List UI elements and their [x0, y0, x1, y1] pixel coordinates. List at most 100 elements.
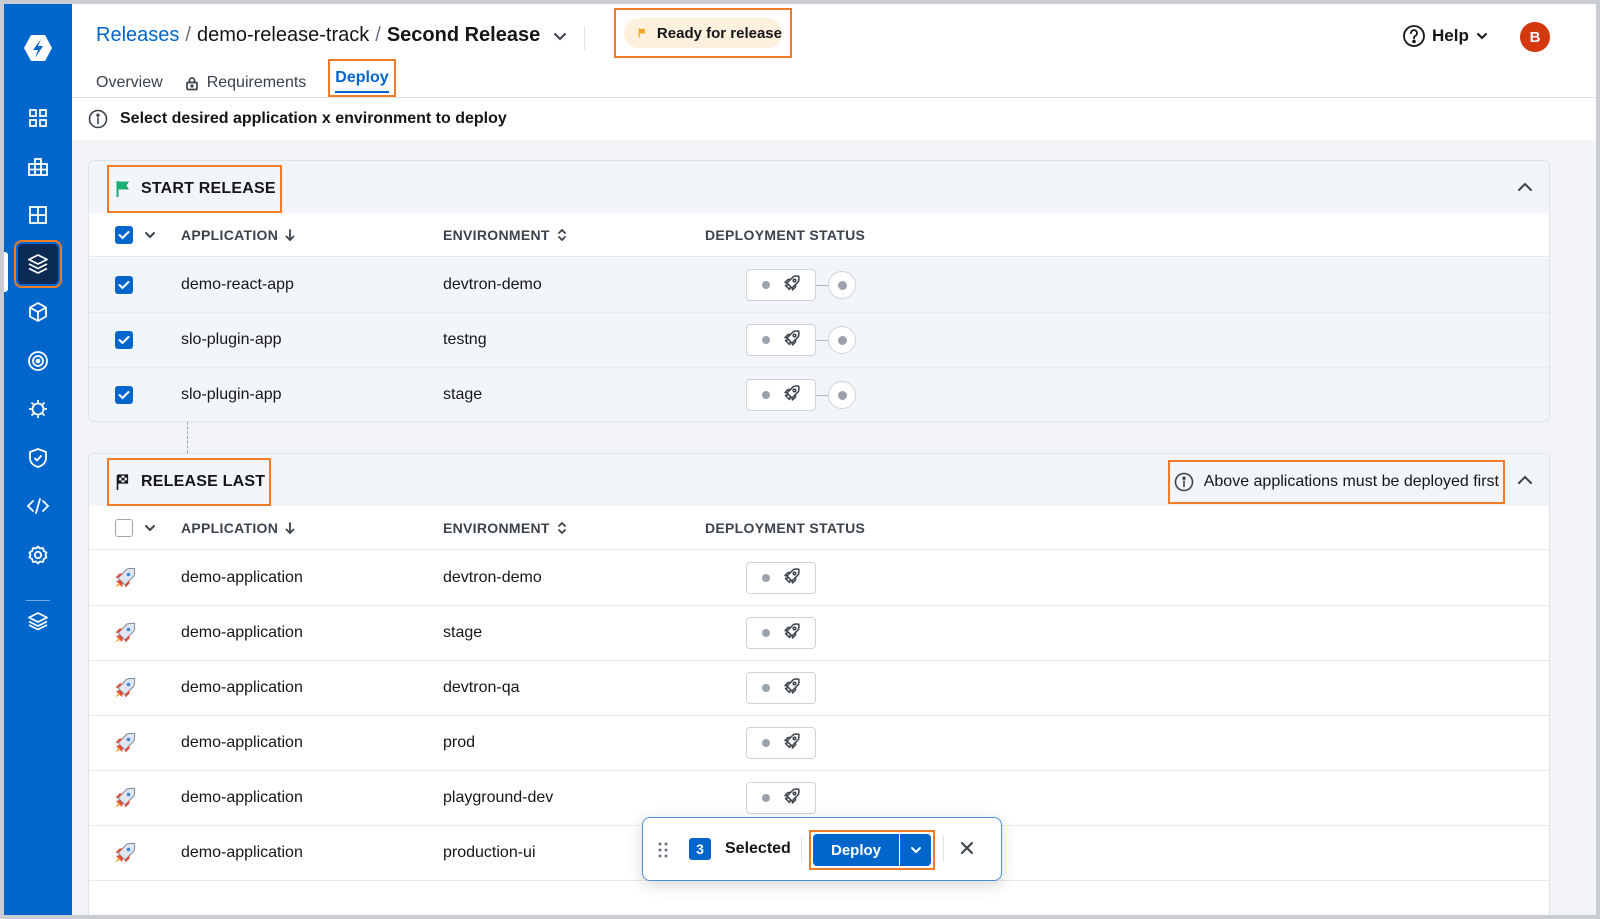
deployment-status-pill[interactable] [746, 379, 816, 411]
deploy-instructions-text: Select desired application x environment… [120, 110, 507, 127]
checkered-flag-icon [116, 474, 129, 490]
sort-arrow-down-icon [285, 229, 295, 242]
tab-deploy[interactable]: Deploy [328, 59, 396, 97]
stage-header: RELEASE LAST Above applications must be … [89, 454, 1549, 506]
row-checkbox[interactable] [115, 331, 133, 349]
devtron-logo-icon[interactable] [18, 28, 58, 68]
status-dot [761, 281, 770, 289]
release-status-badge[interactable]: Ready for release [624, 18, 782, 48]
table-row[interactable]: demo-application devtron-qa [89, 661, 1549, 716]
target-icon[interactable] [18, 341, 58, 381]
status-dot [761, 574, 770, 582]
rocket-icon [783, 677, 801, 700]
breadcrumb-release-track[interactable]: demo-release-track [197, 24, 369, 47]
collapse-chevron-up-icon[interactable] [1515, 470, 1535, 490]
table-row[interactable]: demo-application devtron-demo [89, 551, 1549, 606]
status-connector [816, 339, 828, 341]
help-menu[interactable]: Help [1402, 24, 1489, 48]
drag-handle-icon[interactable] [657, 841, 669, 859]
deployment-status-pill[interactable] [746, 562, 816, 594]
column-environment-label: ENVIRONMENT [443, 227, 550, 243]
table-header: APPLICATION ENVIRONMENT DEPLOYMENT STATU… [89, 506, 1549, 550]
select-all-checkbox[interactable] [115, 226, 133, 244]
deployment-status-pill[interactable] [746, 727, 816, 759]
row-checkbox[interactable] [115, 276, 133, 294]
environment-name: testng [443, 331, 487, 348]
code-icon[interactable] [18, 486, 58, 526]
deployment-status-pill[interactable] [746, 782, 816, 814]
bug-icon[interactable] [18, 389, 58, 429]
rocket-icon [783, 622, 801, 645]
cube-icon[interactable] [18, 292, 58, 332]
dependency-notice-text: Above applications must be deployed firs… [1203, 473, 1499, 490]
rocket-icon [113, 566, 137, 595]
row-checkbox[interactable] [115, 386, 133, 404]
column-environment[interactable]: ENVIRONMENT [443, 227, 568, 243]
stage-title: RELEASE LAST [107, 458, 272, 506]
application-groups-icon[interactable] [18, 147, 58, 187]
status-dot [761, 794, 770, 802]
tab-overview-label: Overview [96, 74, 163, 91]
apps-grid-icon[interactable] [18, 98, 58, 138]
breadcrumb-separator: / [375, 24, 381, 46]
table-row[interactable]: demo-react-app devtron-demo [89, 258, 1549, 313]
environment-name: devtron-demo [443, 569, 542, 586]
lock-icon [185, 76, 198, 90]
column-application[interactable]: APPLICATION [181, 227, 296, 243]
column-environment-label: ENVIRONMENT [443, 520, 550, 536]
deployment-status-pill[interactable] [746, 617, 816, 649]
select-all-checkbox[interactable] [115, 519, 133, 537]
bulk-action-bar: 3 Selected Deploy [642, 817, 1002, 881]
column-environment[interactable]: ENVIRONMENT [443, 520, 568, 536]
environment-name: playground-dev [443, 789, 554, 806]
tab-requirements[interactable]: Requirements [185, 68, 307, 98]
action-divider [943, 836, 944, 862]
status-dot [761, 391, 770, 399]
header-divider [584, 26, 585, 50]
breadcrumb-releases-link[interactable]: Releases [96, 24, 179, 47]
rocket-icon [113, 676, 137, 705]
release-tabs: Overview Requirements Deploy [96, 59, 396, 98]
rocket-icon [113, 731, 137, 760]
status-connector [816, 284, 828, 286]
releases-stack-icon[interactable] [14, 240, 62, 288]
deploy-options-chevron-down-icon[interactable] [900, 834, 931, 866]
help-label: Help [1432, 26, 1469, 45]
user-avatar[interactable]: B [1520, 22, 1550, 52]
info-icon [1174, 472, 1194, 492]
table-row[interactable]: demo-application stage [89, 606, 1549, 661]
table-row[interactable]: slo-plugin-app testng [89, 313, 1549, 368]
sort-icon [557, 521, 566, 535]
breadcrumb: Releases / demo-release-track / Second R… [96, 24, 568, 47]
security-shield-icon[interactable] [18, 438, 58, 478]
close-icon[interactable] [959, 840, 975, 856]
collapse-chevron-up-icon[interactable] [1515, 177, 1535, 197]
rocket-icon [113, 786, 137, 815]
resource-browser-icon[interactable] [18, 195, 58, 235]
layers-icon[interactable] [18, 601, 58, 641]
select-all-control[interactable] [115, 519, 157, 537]
chevron-down-icon[interactable] [143, 228, 157, 242]
tab-overview[interactable]: Overview [96, 68, 163, 98]
chevron-down-icon[interactable] [143, 521, 157, 535]
deploy-content: START RELEASE APPLICATION ENVIRONMENT DE… [72, 140, 1596, 915]
column-application[interactable]: APPLICATION [181, 520, 296, 536]
active-indicator [4, 252, 8, 292]
deployment-status-pill[interactable] [746, 324, 816, 356]
selected-label: Selected [725, 840, 791, 857]
settings-gear-icon[interactable] [18, 535, 58, 575]
tab-requirements-label: Requirements [206, 74, 307, 91]
deploy-button[interactable]: Deploy [813, 834, 899, 866]
application-name: demo-application [181, 624, 303, 641]
environment-name: devtron-demo [443, 276, 542, 293]
application-name: slo-plugin-app [181, 386, 282, 403]
table-row[interactable]: slo-plugin-app stage [89, 368, 1549, 421]
table-row[interactable]: demo-application prod [89, 716, 1549, 771]
deployment-status-pill[interactable] [746, 672, 816, 704]
deployment-status-pill[interactable] [746, 269, 816, 301]
release-switcher-chevron-down-icon[interactable] [552, 28, 568, 44]
rocket-icon [113, 841, 137, 870]
select-all-control[interactable] [115, 226, 157, 244]
post-deploy-status-indicator [828, 381, 856, 409]
sidebar [4, 4, 72, 915]
